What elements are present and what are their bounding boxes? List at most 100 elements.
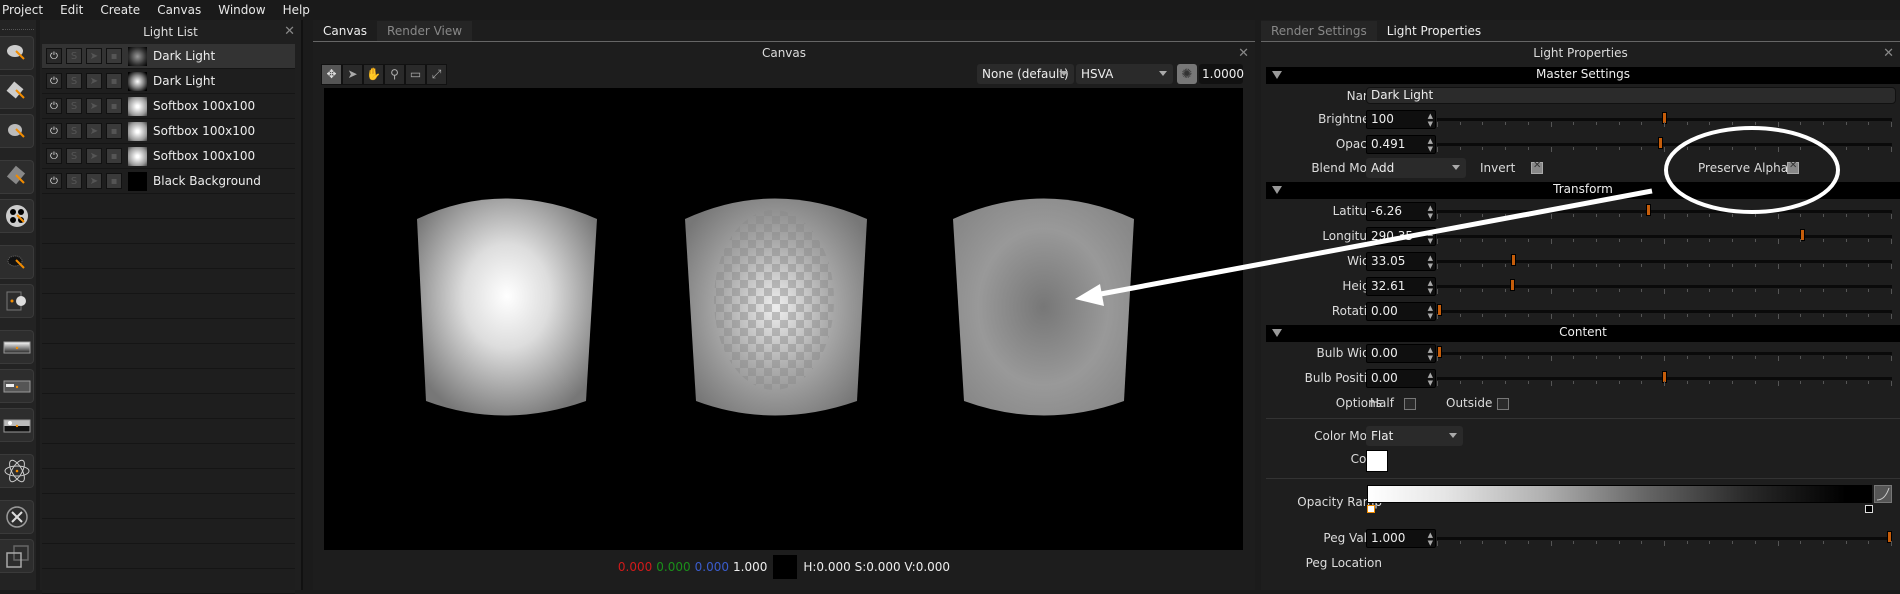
solo-toggle[interactable]: S	[66, 73, 82, 89]
section-content[interactable]: Content	[1266, 325, 1900, 342]
light-list-item[interactable]: ⏻ S ➤ ▪ Softbox 100x100	[42, 119, 295, 144]
spin-arrows-icon[interactable]: ▲ ▼	[1428, 304, 1433, 320]
blend-mode-dropdown[interactable]: Add	[1366, 158, 1466, 178]
brightness-slider[interactable]	[1437, 112, 1892, 124]
longitude-slider[interactable]	[1437, 229, 1892, 241]
sphere-light-tool[interactable]	[0, 36, 34, 70]
lock-toggle[interactable]: ▪	[106, 173, 122, 189]
solo-toggle[interactable]: S	[66, 148, 82, 164]
bulb-position-spinbox[interactable]: 0.00 ▲ ▼	[1366, 369, 1436, 388]
delete-tool[interactable]	[0, 500, 34, 534]
peg-value-spinbox[interactable]: 1.000 ▲ ▼	[1366, 529, 1436, 548]
select-toggle[interactable]: ➤	[86, 123, 102, 139]
menu-edit[interactable]: Edit	[58, 3, 92, 17]
brightness-spinbox[interactable]: 100 ▲ ▼	[1366, 110, 1436, 129]
visibility-toggle[interactable]: ⏻	[46, 173, 62, 189]
close-icon[interactable]: ✕	[284, 24, 295, 39]
gradient-light-tool[interactable]	[0, 160, 34, 194]
spin-arrows-icon[interactable]: ▲ ▼	[1428, 204, 1433, 220]
height-spinbox[interactable]: 32.61 ▲ ▼	[1366, 277, 1436, 296]
select-toggle[interactable]: ➤	[86, 98, 102, 114]
width-slider[interactable]	[1437, 254, 1892, 266]
softbox-light-tool[interactable]	[0, 75, 34, 109]
select-toggle[interactable]: ➤	[86, 48, 102, 64]
bulb-width-slider[interactable]	[1437, 346, 1892, 358]
close-icon[interactable]: ✕	[1238, 46, 1249, 61]
rotation-spinbox[interactable]: 0.00 ▲ ▼	[1366, 302, 1436, 321]
spin-arrows-icon[interactable]: ▲ ▼	[1428, 137, 1433, 153]
toolstrip-grip[interactable]	[2, 22, 34, 30]
atom-tool[interactable]	[0, 454, 34, 488]
ramp-curve-button[interactable]	[1874, 485, 1892, 503]
half-checkbox[interactable]	[1404, 398, 1416, 410]
pan-tool-button[interactable]: ✋	[363, 63, 384, 85]
light-list-item[interactable]: ⏻ S ➤ ▪ Softbox 100x100	[42, 94, 295, 119]
gradient-bg-tool[interactable]	[0, 330, 34, 364]
pattern-light-tool[interactable]	[0, 199, 34, 233]
lock-toggle[interactable]: ▪	[106, 98, 122, 114]
solo-toggle[interactable]: S	[66, 98, 82, 114]
section-transform[interactable]: Transform	[1266, 182, 1900, 199]
rotation-slider[interactable]	[1437, 304, 1892, 316]
collapse-triangle-icon[interactable]	[1272, 71, 1282, 79]
exposure-button[interactable]: ✺	[1177, 64, 1197, 84]
name-field[interactable]: Dark Light	[1366, 87, 1896, 104]
select-tool-button[interactable]: ➤	[342, 63, 363, 85]
peg-value-slider[interactable]	[1437, 531, 1892, 543]
exposure-input[interactable]: 1.0000	[1199, 64, 1244, 84]
tab-render-view[interactable]: Render View	[377, 21, 473, 41]
spin-arrows-icon[interactable]: ▲ ▼	[1428, 254, 1433, 270]
sun-tool[interactable]	[0, 284, 34, 318]
collapse-triangle-icon[interactable]	[1272, 186, 1282, 194]
spin-arrows-icon[interactable]: ▲ ▼	[1428, 346, 1433, 362]
light-list-item[interactable]: ⏻ S ➤ ▪ Black Background	[42, 169, 295, 194]
height-slider[interactable]	[1437, 279, 1892, 291]
color-swatch[interactable]	[1366, 450, 1388, 472]
visibility-toggle[interactable]: ⏻	[46, 148, 62, 164]
menu-create[interactable]: Create	[98, 3, 149, 17]
tab-render-settings[interactable]: Render Settings	[1261, 21, 1377, 41]
opacity-spinbox[interactable]: 0.491 ▲ ▼	[1366, 135, 1436, 154]
hdr-bg-tool[interactable]	[0, 369, 34, 403]
light-list-item[interactable]: ⏻ S ➤ ▪ Dark Light	[42, 44, 295, 69]
lock-toggle[interactable]: ▪	[106, 148, 122, 164]
preset-dropdown[interactable]: None (default)	[977, 64, 1074, 84]
spin-arrows-icon[interactable]: ▲ ▼	[1428, 229, 1433, 245]
lock-toggle[interactable]: ▪	[106, 123, 122, 139]
lock-toggle[interactable]: ▪	[106, 48, 122, 64]
width-spinbox[interactable]: 33.05 ▲ ▼	[1366, 252, 1436, 271]
move-tool-button[interactable]: ✥	[321, 63, 342, 85]
menu-project[interactable]: Project	[0, 3, 52, 17]
select-toggle[interactable]: ➤	[86, 148, 102, 164]
tab-light-properties[interactable]: Light Properties	[1377, 21, 1491, 41]
spin-arrows-icon[interactable]: ▲ ▼	[1428, 279, 1433, 295]
zoom-tool-button[interactable]: ⚲	[384, 63, 405, 85]
select-toggle[interactable]: ➤	[86, 73, 102, 89]
color-mode-dropdown[interactable]: HSVA	[1076, 64, 1173, 84]
lock-toggle[interactable]: ▪	[106, 73, 122, 89]
select-toggle[interactable]: ➤	[86, 173, 102, 189]
visibility-toggle[interactable]: ⏻	[46, 123, 62, 139]
latitude-slider[interactable]	[1437, 204, 1892, 216]
round-light-tool[interactable]	[0, 114, 34, 148]
duplicate-tool[interactable]	[0, 539, 34, 573]
longitude-spinbox[interactable]: 290.35 ▲ ▼	[1366, 227, 1436, 246]
ramp-peg-end[interactable]	[1865, 505, 1873, 513]
invert-checkbox[interactable]	[1531, 160, 1543, 174]
tab-canvas[interactable]: Canvas	[313, 21, 377, 41]
spin-arrows-icon[interactable]: ▲ ▼	[1428, 112, 1433, 128]
canvas-viewport[interactable]	[324, 88, 1243, 550]
ramp-peg-start[interactable]	[1367, 505, 1375, 513]
menu-window[interactable]: Window	[216, 3, 274, 17]
solo-toggle[interactable]: S	[66, 123, 82, 139]
color-mode-select[interactable]: Flat	[1366, 426, 1463, 446]
latitude-spinbox[interactable]: -6.26 ▲ ▼	[1366, 202, 1436, 221]
sky-bg-tool[interactable]	[0, 408, 34, 442]
outside-checkbox[interactable]	[1497, 398, 1509, 410]
visibility-toggle[interactable]: ⏻	[46, 73, 62, 89]
collapse-triangle-icon[interactable]	[1272, 329, 1282, 337]
menu-canvas[interactable]: Canvas	[155, 3, 210, 17]
opacity-slider[interactable]	[1437, 137, 1892, 149]
spin-arrows-icon[interactable]: ▲ ▼	[1428, 531, 1433, 547]
zoom-region-button[interactable]: ▭	[405, 63, 426, 85]
